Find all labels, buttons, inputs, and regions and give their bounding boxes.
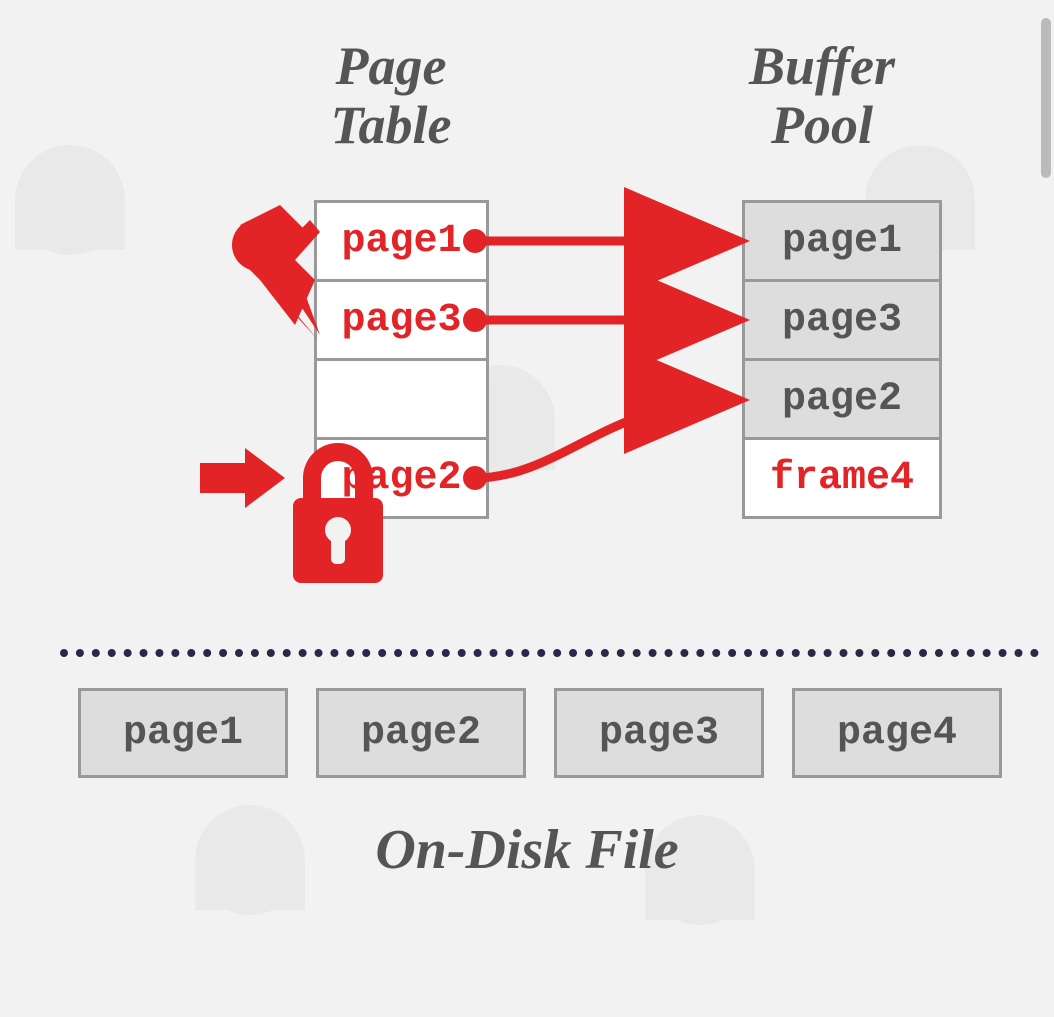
memory-disk-divider — [60, 649, 1039, 657]
on-disk-title: On-Disk File — [0, 820, 1054, 882]
disk-page-2-label: page3 — [599, 711, 719, 756]
on-disk-title-label: On-Disk File — [375, 819, 678, 881]
disk-page-3: page4 — [792, 688, 1002, 778]
disk-page-0: page1 — [78, 688, 288, 778]
disk-page-0-label: page1 — [123, 711, 243, 756]
lock-icon — [278, 438, 398, 593]
disk-page-1: page2 — [316, 688, 526, 778]
disk-page-2: page3 — [554, 688, 764, 778]
disk-page-3-label: page4 — [837, 711, 957, 756]
disk-page-1-label: page2 — [361, 711, 481, 756]
pin-icon — [200, 210, 330, 350]
pointer-arrow-2 — [475, 400, 732, 478]
current-arrow-icon — [195, 448, 290, 508]
pointer-arrows — [0, 0, 1054, 650]
